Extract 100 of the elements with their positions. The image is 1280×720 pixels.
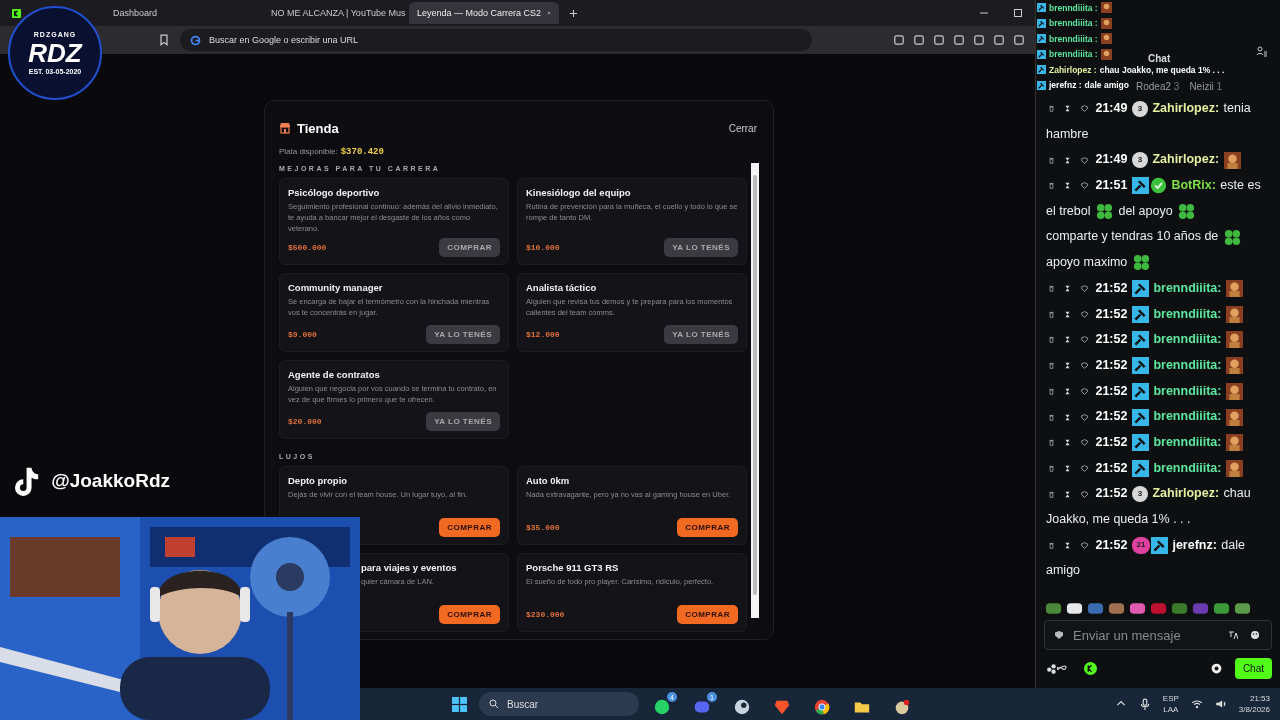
trash-icon[interactable] bbox=[1048, 105, 1055, 113]
message-text: tenia bbox=[1223, 101, 1251, 115]
browser-tab[interactable]: Dashboard bbox=[105, 2, 255, 24]
windows-start-icon[interactable] bbox=[452, 696, 467, 712]
scrollbar[interactable] bbox=[751, 163, 759, 618]
address-field[interactable]: Buscar en Google o escribir una URL bbox=[180, 29, 812, 51]
browser-tab[interactable]: NO ME ALCANZA | YouTube Mus bbox=[257, 2, 407, 24]
username[interactable]: brenndiiita: bbox=[1153, 383, 1222, 398]
item-title: Psicólogo deportivo bbox=[288, 187, 381, 198]
username[interactable]: brenndiiita: bbox=[1153, 409, 1222, 424]
trash-icon[interactable] bbox=[1048, 439, 1055, 447]
message-time: 21:52 bbox=[1095, 306, 1128, 321]
message-time: 21:52 bbox=[1095, 434, 1128, 449]
trash-icon[interactable] bbox=[1048, 490, 1055, 498]
username[interactable]: brenndiiita: bbox=[1153, 280, 1222, 295]
settings-icon[interactable] bbox=[1209, 661, 1223, 675]
item-title: para viajes y eventos bbox=[361, 562, 458, 573]
hourglass-icon[interactable] bbox=[1064, 542, 1072, 549]
buy-button[interactable]: COMPRAR bbox=[677, 518, 738, 537]
item-price: $500.000 bbox=[288, 243, 327, 252]
language-indicator[interactable]: ESP bbox=[1162, 693, 1179, 704]
emote-icon[interactable] bbox=[1233, 601, 1252, 615]
browser-tab[interactable]: Leyenda — Modo Carrera CS2 bbox=[409, 2, 559, 24]
username[interactable]: Zahirlopez: bbox=[1152, 101, 1220, 115]
hammer-badge-icon bbox=[1131, 408, 1149, 426]
username[interactable]: Zahirlopez: bbox=[1152, 486, 1220, 501]
trash-icon[interactable] bbox=[1048, 182, 1055, 190]
kick-icon[interactable] bbox=[1084, 661, 1097, 675]
trash-icon[interactable] bbox=[1048, 542, 1055, 549]
username[interactable]: brenndiiita: bbox=[1153, 357, 1222, 372]
translate-icon[interactable] bbox=[1228, 630, 1238, 640]
close-button[interactable]: Cerrar bbox=[726, 120, 759, 136]
username[interactable]: brenndiiita: bbox=[1153, 434, 1222, 449]
hammer-badge-icon bbox=[1131, 305, 1149, 323]
trash-icon[interactable] bbox=[1048, 156, 1055, 164]
subscriber-badge: 3 bbox=[1131, 100, 1148, 117]
emoji-icon[interactable] bbox=[1250, 630, 1260, 640]
overlay-username: brenndiiita : bbox=[1049, 18, 1098, 29]
trash-icon[interactable] bbox=[1048, 387, 1055, 395]
hourglass-icon[interactable] bbox=[1064, 413, 1072, 421]
hourglass-icon[interactable] bbox=[1064, 336, 1072, 344]
microphone-icon[interactable] bbox=[1138, 698, 1151, 710]
trash-icon[interactable] bbox=[1048, 464, 1055, 472]
users-icon[interactable] bbox=[1256, 46, 1268, 58]
trash-icon[interactable] bbox=[1048, 413, 1055, 421]
message-time: 21:49 bbox=[1095, 101, 1128, 115]
chrome-icon bbox=[813, 698, 831, 716]
message-field[interactable]: Enviar un mensaje bbox=[1044, 620, 1272, 650]
trash-icon[interactable] bbox=[1048, 362, 1055, 370]
wifi-icon[interactable] bbox=[1190, 698, 1203, 710]
top-chatter: Neizii 1 bbox=[1189, 80, 1223, 92]
gifter-badge: 21 bbox=[1131, 537, 1150, 554]
message-text: dale bbox=[1221, 537, 1245, 552]
buy-button[interactable]: COMPRAR bbox=[439, 605, 500, 624]
trash-icon[interactable] bbox=[1048, 310, 1055, 318]
search-icon bbox=[489, 699, 499, 709]
trash-icon[interactable] bbox=[1048, 285, 1055, 293]
keyboard-layout[interactable]: LAA bbox=[1163, 704, 1179, 715]
overlay-username: brenndiiita : bbox=[1049, 33, 1098, 44]
speaker-icon[interactable] bbox=[1214, 698, 1227, 710]
username[interactable]: brenndiiita: bbox=[1153, 460, 1222, 475]
message-time: 21:52 bbox=[1095, 537, 1128, 552]
clock-date[interactable]: 3/8/2026 bbox=[1238, 704, 1270, 715]
hourglass-icon[interactable] bbox=[1064, 464, 1072, 472]
kick-icon bbox=[12, 8, 21, 18]
hammer-badge-icon bbox=[1131, 331, 1149, 349]
item-title: Depto propio bbox=[288, 475, 349, 486]
username[interactable]: brenndiiita: bbox=[1153, 306, 1222, 321]
taskbar-search[interactable]: Buscar bbox=[479, 692, 639, 716]
hourglass-icon[interactable] bbox=[1064, 387, 1072, 395]
message-text: hambre bbox=[1046, 126, 1089, 141]
hourglass-icon[interactable] bbox=[1064, 310, 1072, 318]
username[interactable]: BotRix: bbox=[1171, 178, 1216, 193]
hourglass-icon[interactable] bbox=[1064, 490, 1072, 498]
hourglass-icon[interactable] bbox=[1064, 182, 1072, 190]
hammer-badge-icon bbox=[1131, 459, 1149, 477]
emote-icon[interactable] bbox=[1128, 601, 1147, 615]
username[interactable]: Zahirlopez: bbox=[1152, 152, 1220, 167]
buy-button[interactable]: COMPRAR bbox=[439, 518, 500, 537]
top-chatter: Rodea2 3 bbox=[1136, 80, 1180, 92]
overlay-username: Zahirlopez : bbox=[1049, 64, 1097, 75]
maximize-icon[interactable] bbox=[1013, 8, 1023, 18]
overlay-username: jerefnz : bbox=[1049, 80, 1082, 91]
hourglass-icon[interactable] bbox=[1064, 362, 1072, 370]
username[interactable]: brenndiiita: bbox=[1153, 332, 1222, 347]
chat-send-button[interactable]: Chat bbox=[1234, 657, 1272, 679]
chat-title: Chat bbox=[1148, 52, 1171, 64]
hourglass-icon[interactable] bbox=[1064, 156, 1072, 164]
emote-icon bbox=[1225, 305, 1243, 323]
buy-button[interactable]: COMPRAR bbox=[677, 605, 738, 624]
hourglass-icon[interactable] bbox=[1064, 105, 1072, 113]
trash-icon[interactable] bbox=[1048, 336, 1055, 344]
bookmark-icon[interactable] bbox=[158, 34, 170, 46]
hourglass-icon[interactable] bbox=[1064, 285, 1072, 293]
overlay-username: brenndiiita : bbox=[1049, 2, 1098, 13]
username[interactable]: jerefnz: bbox=[1172, 537, 1217, 552]
hourglass-icon[interactable] bbox=[1064, 439, 1072, 447]
emote-icon[interactable] bbox=[1065, 601, 1084, 615]
clock-time[interactable]: 21:53 bbox=[1249, 693, 1270, 704]
new-tab-icon[interactable] bbox=[569, 8, 578, 18]
